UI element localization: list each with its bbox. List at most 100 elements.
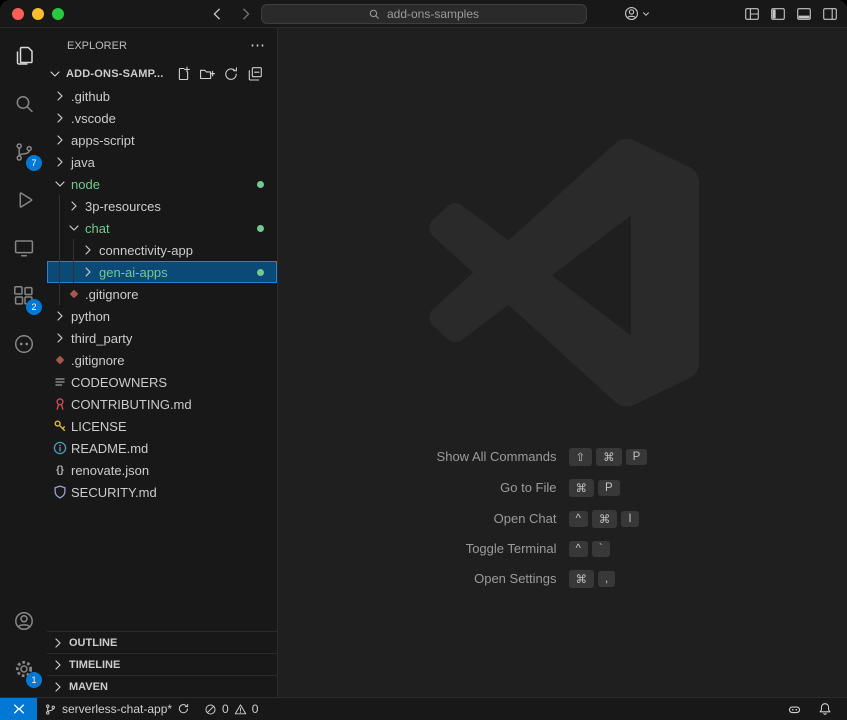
tree-item-contributing-md[interactable]: CONTRIBUTING.md: [47, 393, 277, 415]
activitybar-accounts[interactable]: [0, 597, 47, 645]
chevron-right-icon: [52, 308, 68, 324]
activitybar-source-control[interactable]: 7: [0, 128, 47, 176]
explorer-sidebar: EXPLORER ⋯ ADD-ONS-SAMP...: [47, 28, 278, 697]
tree-item-apps-script[interactable]: apps-script: [47, 129, 277, 151]
shortcut-label: Go to File: [332, 480, 557, 495]
tree-item-license[interactable]: LICENSE: [47, 415, 277, 437]
shortcut-open-chat: Open Chat ^⌘I: [332, 510, 794, 528]
tree-item-gitignore-root[interactable]: .gitignore: [47, 349, 277, 371]
shortcut-keys: ⇧⌘P: [569, 448, 794, 466]
tree-item-chat[interactable]: chat: [47, 217, 277, 239]
window-controls: [12, 8, 64, 20]
explorer-header: EXPLORER ⋯: [47, 28, 277, 63]
tree-item-java[interactable]: java: [47, 151, 277, 173]
tree-item-connectivity-app[interactable]: connectivity-app: [47, 239, 277, 261]
tree-item-security-md[interactable]: SECURITY.md: [47, 481, 277, 503]
tree-item-3p-resources[interactable]: 3p-resources: [47, 195, 277, 217]
panel-outline[interactable]: OUTLINE: [47, 631, 277, 653]
copilot-status[interactable]: [780, 702, 809, 717]
tree-item-third-party[interactable]: third_party: [47, 327, 277, 349]
file-tree: .github .vscode apps-script java node: [47, 85, 277, 631]
panel-maven[interactable]: MAVEN: [47, 675, 277, 697]
errors-icon: [204, 703, 217, 716]
panel-timeline[interactable]: TIMELINE: [47, 653, 277, 675]
untracked-dot-icon: [257, 225, 264, 232]
history-nav: [206, 3, 256, 24]
toggle-primary-sidebar-button[interactable]: [769, 6, 786, 22]
activitybar-settings[interactable]: 1: [0, 645, 47, 693]
shortcut-label: Open Chat: [332, 511, 557, 526]
more-actions-icon[interactable]: ⋯: [250, 38, 265, 53]
tree-item-gitignore-node[interactable]: .gitignore: [47, 283, 277, 305]
bell-icon: [818, 702, 832, 716]
toggle-panel-button[interactable]: [795, 6, 812, 22]
indent-guide: [73, 239, 74, 283]
new-folder-button[interactable]: [199, 66, 215, 82]
untracked-dot-icon: [257, 269, 264, 276]
collapse-all-icon[interactable]: [247, 66, 263, 82]
tree-item-gen-ai-apps[interactable]: gen-ai-apps: [47, 261, 277, 283]
problems-status[interactable]: 0 0: [197, 698, 265, 720]
keycap: ⌘: [596, 448, 622, 466]
warnings-count: 0: [252, 702, 259, 716]
tree-item-readme-md[interactable]: README.md: [47, 437, 277, 459]
settings-badge: 1: [26, 672, 42, 688]
close-window-button[interactable]: [12, 8, 24, 20]
activitybar-remote-explorer[interactable]: [0, 224, 47, 272]
keycap: ⌘: [592, 510, 618, 528]
tree-item-github[interactable]: .github: [47, 85, 277, 107]
copilot-icon: [12, 332, 36, 356]
activitybar-copilot[interactable]: [0, 320, 47, 368]
tree-item-label: gen-ai-apps: [99, 265, 168, 280]
activity-bar: 7 2: [0, 28, 47, 697]
activitybar-extensions[interactable]: 2: [0, 272, 47, 320]
sync-icon: [177, 703, 190, 716]
minimize-window-button[interactable]: [32, 8, 44, 20]
tree-item-python[interactable]: python: [47, 305, 277, 327]
maximize-window-button[interactable]: [52, 8, 64, 20]
keycap: `: [592, 541, 610, 557]
remote-indicator[interactable]: [0, 698, 37, 720]
tree-item-label: apps-script: [71, 133, 135, 148]
forward-button[interactable]: [235, 3, 256, 24]
shortcut-keys: ⌘,: [569, 570, 794, 588]
chevron-right-icon: [80, 242, 96, 258]
shortcut-show-all-commands: Show All Commands ⇧⌘P: [332, 448, 794, 466]
extensions-badge: 2: [26, 299, 42, 315]
shortcut-label: Open Settings: [332, 571, 557, 586]
tree-item-node[interactable]: node: [47, 173, 277, 195]
tree-item-label: connectivity-app: [99, 243, 193, 258]
tree-item-renovate-json[interactable]: {} renovate.json: [47, 459, 277, 481]
tree-item-label: 3p-resources: [85, 199, 161, 214]
chevron-right-icon: [50, 657, 66, 673]
shortcut-keys: ^`: [569, 541, 794, 557]
play-icon: [12, 188, 36, 212]
new-file-button[interactable]: [175, 66, 191, 82]
section-actions: [175, 66, 263, 82]
panel-label: TIMELINE: [69, 659, 120, 671]
keycap: ⌘: [569, 570, 595, 588]
notifications-bell[interactable]: [811, 702, 839, 716]
folder-section-header[interactable]: ADD-ONS-SAMP...: [47, 63, 277, 85]
chevron-right-icon: [52, 110, 68, 126]
info-file-icon: [52, 440, 68, 456]
keycap: ,: [598, 571, 615, 587]
vscode-logo-watermark: [427, 138, 699, 410]
profile-menu[interactable]: [623, 5, 651, 22]
source-control-badge: 7: [26, 155, 42, 171]
activitybar-search[interactable]: [0, 80, 47, 128]
refresh-icon[interactable]: [223, 66, 239, 82]
tree-item-vscode[interactable]: .vscode: [47, 107, 277, 129]
command-center-search[interactable]: add-ons-samples: [261, 4, 587, 24]
customize-layout-button[interactable]: [743, 6, 760, 22]
branch-status[interactable]: serverless-chat-app*: [37, 698, 197, 720]
tree-item-codeowners[interactable]: CODEOWNERS: [47, 371, 277, 393]
back-button[interactable]: [206, 3, 227, 24]
warnings-icon: [234, 703, 247, 716]
chevron-right-icon: [52, 132, 68, 148]
git-branch-icon: [44, 703, 57, 716]
titlebar: add-ons-samples: [0, 0, 847, 28]
toggle-secondary-sidebar-button[interactable]: [821, 6, 838, 22]
activitybar-explorer[interactable]: [0, 32, 47, 80]
activitybar-run-debug[interactable]: [0, 176, 47, 224]
